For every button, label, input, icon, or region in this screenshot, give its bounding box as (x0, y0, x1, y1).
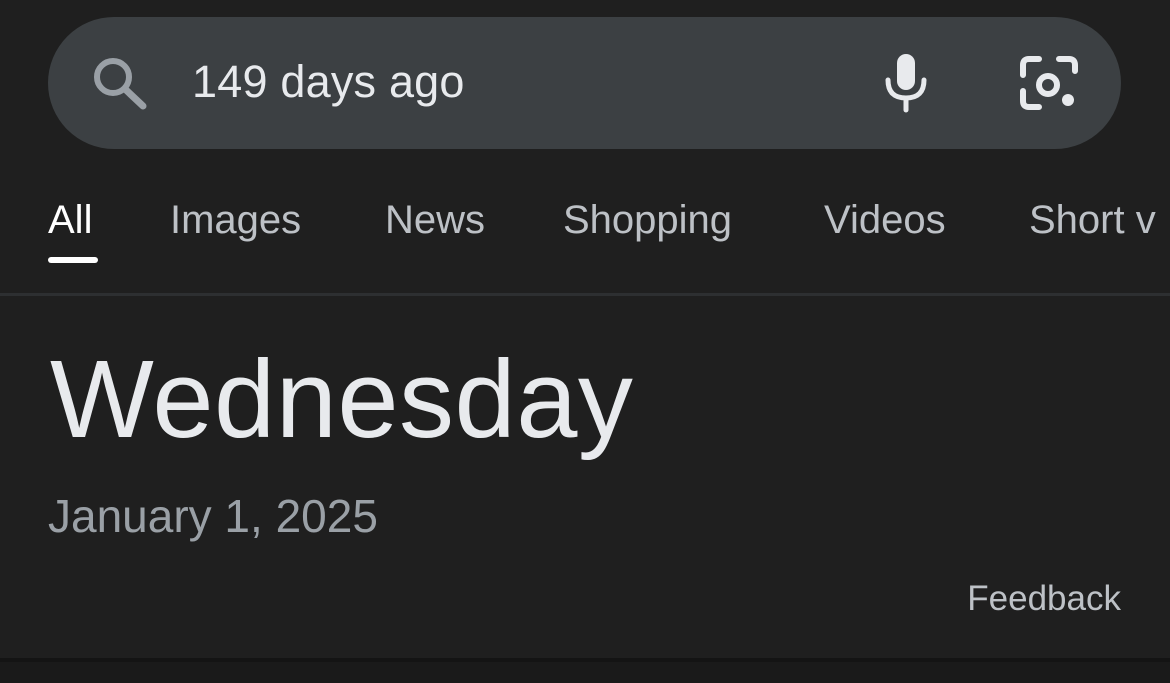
tab-news[interactable]: News (385, 196, 485, 244)
tab-images[interactable]: Images (170, 196, 301, 244)
search-results-page: All Images News Shopping Videos Short v … (0, 0, 1170, 683)
search-tabs: All Images News Shopping Videos Short v (0, 180, 1170, 294)
bottom-strip (0, 662, 1170, 683)
tab-all[interactable]: All (48, 196, 92, 244)
tab-short-videos[interactable]: Short v (1029, 196, 1156, 244)
microphone-icon[interactable] (880, 52, 932, 114)
tab-shopping[interactable]: Shopping (563, 196, 732, 244)
camera-lens-icon[interactable] (1019, 55, 1079, 111)
search-input[interactable] (192, 50, 832, 114)
search-icon[interactable] (90, 54, 148, 110)
feedback-link[interactable]: Feedback (967, 578, 1121, 620)
header-divider (0, 293, 1170, 296)
tab-videos[interactable]: Videos (824, 196, 946, 244)
active-tab-indicator (48, 257, 98, 263)
result-day: Wednesday (50, 338, 634, 461)
result-date: January 1, 2025 (48, 490, 378, 542)
